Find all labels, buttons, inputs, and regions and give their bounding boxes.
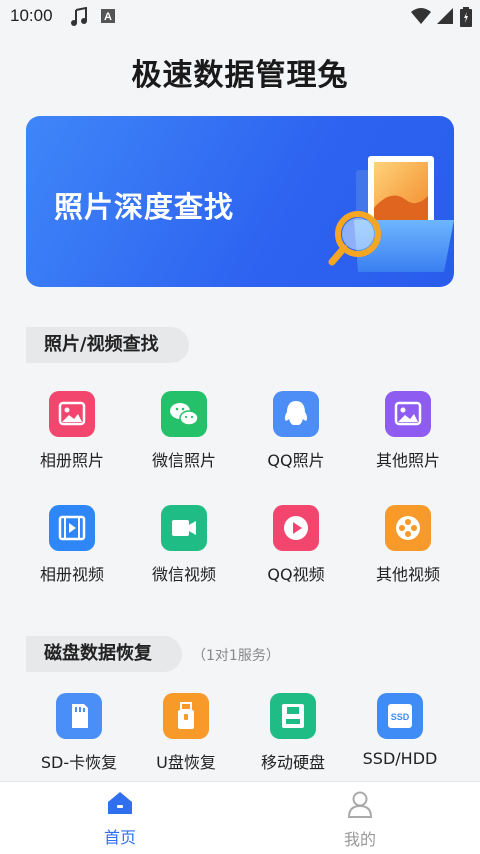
banner-title: 照片深度查找	[54, 190, 235, 224]
home-icon	[108, 792, 132, 814]
item-label: 微信视频	[151, 565, 216, 584]
item-ssd-hdd[interactable]: SSD SSD/HDD	[352, 693, 448, 768]
section-disk-title: 磁盘数据恢复	[26, 636, 182, 672]
user-icon	[347, 791, 373, 818]
wechat-video-icon	[161, 505, 207, 551]
app-title: 极速数据管理兔	[131, 58, 349, 93]
battery-icon	[460, 7, 472, 31]
section-media-title: 照片/视频查找	[26, 327, 189, 363]
usb-drive-icon	[163, 693, 209, 739]
item-qq-video[interactable]: QQ视频	[248, 505, 344, 585]
item-label: 其他视频	[375, 565, 440, 584]
item-sd-card[interactable]: SD-卡恢复	[31, 693, 127, 773]
photo-deep-search-banner[interactable]: 照片深度查找	[26, 116, 454, 287]
album-video-icon	[49, 505, 95, 551]
item-label: 移动硬盘	[260, 753, 325, 772]
wechat-icon	[161, 391, 207, 437]
external-disk-icon	[270, 693, 316, 739]
signal-icon	[436, 7, 454, 29]
section-disk-note: （1对1服务）	[192, 648, 280, 664]
item-label: U盘恢复	[156, 753, 216, 772]
item-external-disk[interactable]: 移动硬盘	[245, 693, 341, 773]
svg-text:A: A	[104, 11, 112, 23]
item-qq-photo[interactable]: QQ照片	[248, 391, 344, 471]
item-usb-drive[interactable]: U盘恢复	[138, 693, 234, 773]
item-album-video[interactable]: 相册视频	[24, 505, 120, 585]
other-photo-icon	[385, 391, 431, 437]
status-bar: 10:00 A	[0, 0, 480, 34]
wifi-icon	[410, 7, 432, 29]
item-wechat-photo[interactable]: 微信照片	[136, 391, 232, 471]
item-label: 相册照片	[39, 451, 104, 470]
sd-card-icon	[56, 693, 102, 739]
svg-text:SSD: SSD	[391, 712, 410, 722]
qq-video-icon	[273, 505, 319, 551]
album-photo-icon	[49, 391, 95, 437]
item-label: QQ照片	[267, 451, 325, 470]
qq-icon	[273, 391, 319, 437]
tab-home[interactable]: 首页	[60, 790, 180, 848]
item-label: 其他照片	[375, 451, 440, 470]
ssd-icon: SSD	[377, 693, 423, 739]
folder-photo-search-illustration	[328, 156, 454, 272]
item-label: QQ视频	[267, 565, 325, 584]
item-label: 相册视频	[39, 565, 104, 584]
music-note-icon	[70, 6, 90, 31]
tab-home-label: 首页	[103, 828, 136, 847]
notification-a-icon: A	[100, 7, 116, 29]
item-label: SSD/HDD	[362, 749, 438, 768]
item-wechat-video[interactable]: 微信视频	[136, 505, 232, 585]
item-label: SD-卡恢复	[40, 753, 118, 772]
item-label: 微信照片	[151, 451, 216, 470]
item-album-photo[interactable]: 相册照片	[24, 391, 120, 471]
tab-mine-label: 我的	[343, 830, 376, 849]
tab-mine[interactable]: 我的	[300, 790, 420, 850]
item-other-video[interactable]: 其他视频	[360, 505, 456, 585]
item-other-photo[interactable]: 其他照片	[360, 391, 456, 471]
status-time: 10:00	[10, 6, 53, 25]
bottom-nav: 首页 我的	[0, 781, 480, 854]
film-reel-icon	[385, 505, 431, 551]
